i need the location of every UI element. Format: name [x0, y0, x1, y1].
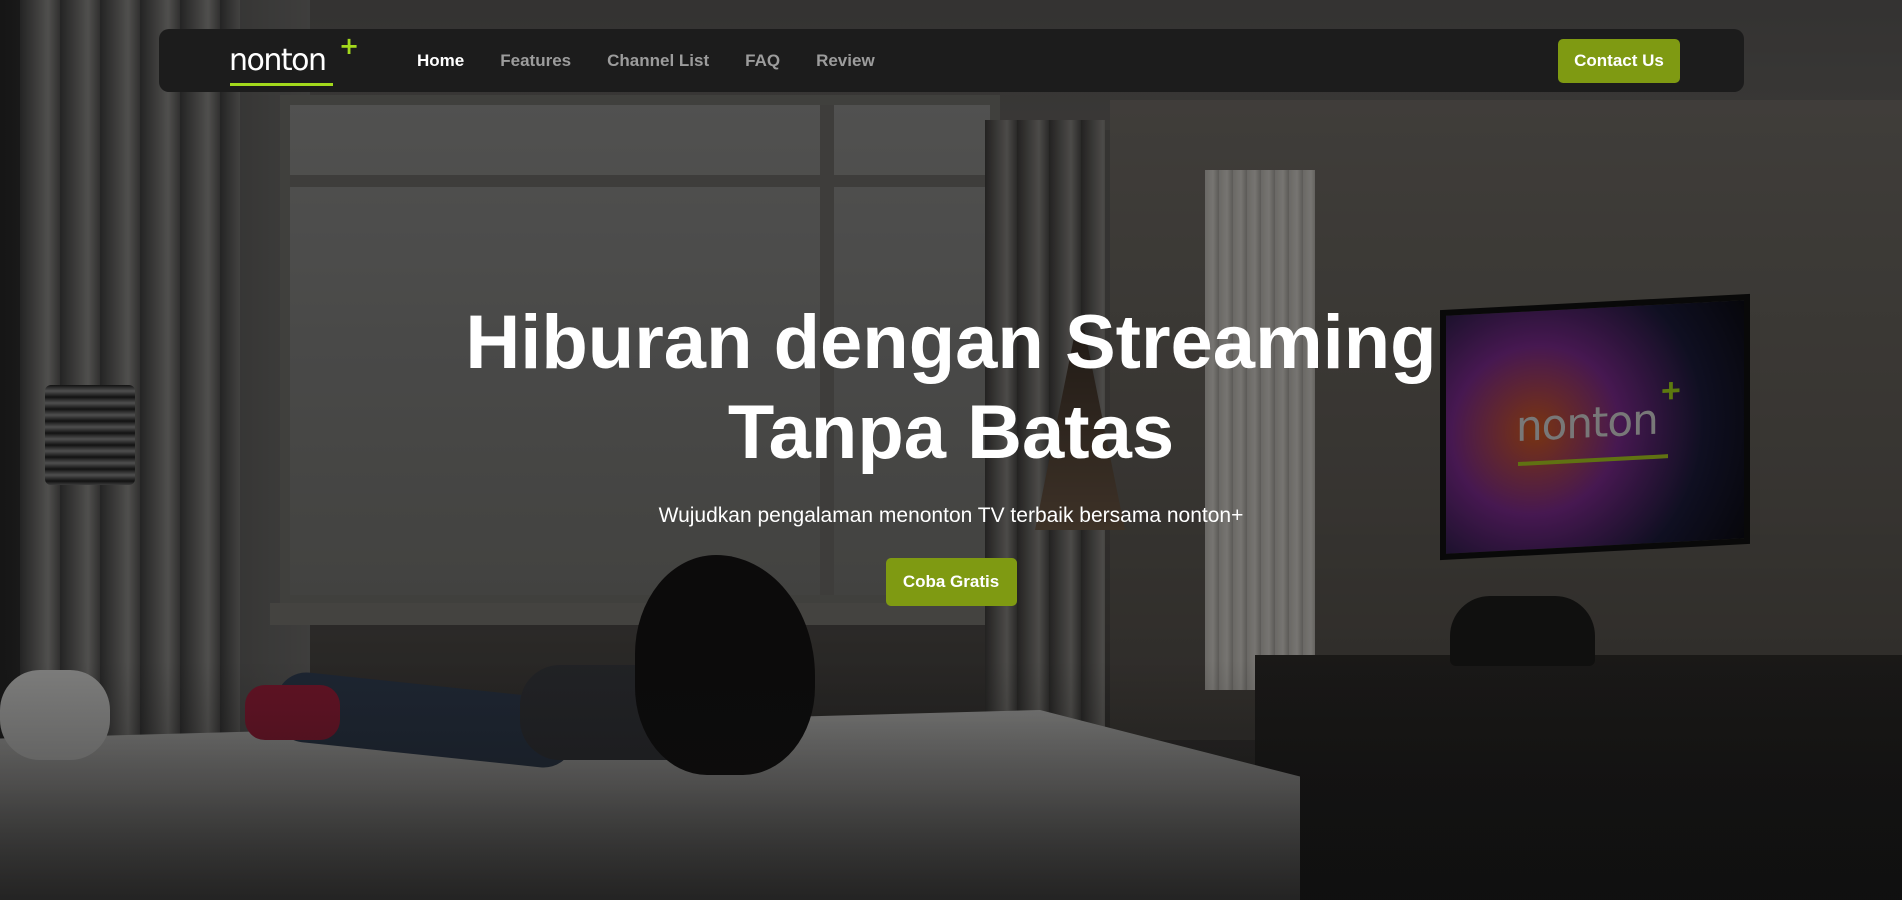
logo-plus-icon: + — [339, 31, 360, 60]
nav-link-home[interactable]: Home — [417, 51, 464, 70]
logo-underline — [230, 82, 333, 86]
nav-link-faq[interactable]: FAQ — [745, 51, 780, 70]
logo-text: nonton — [229, 42, 327, 78]
nav-links: Home Features Channel List FAQ Review — [417, 51, 875, 71]
coba-gratis-button[interactable]: Coba Gratis — [885, 558, 1017, 606]
nonton-logo[interactable]: nonton + — [229, 32, 359, 86]
hero-title: Hiburan dengan Streaming Tanpa Batas — [465, 300, 1437, 475]
hero-section: Hiburan dengan Streaming Tanpa Batas Wuj… — [0, 298, 1902, 606]
nav-link-channel-list[interactable]: Channel List — [607, 51, 709, 70]
contact-us-button[interactable]: Contact Us — [1558, 38, 1680, 83]
nav-link-features[interactable]: Features — [500, 51, 571, 70]
nav-link-review[interactable]: Review — [816, 51, 875, 70]
navbar: nonton + Home Features Channel List FAQ … — [159, 29, 1744, 92]
hero-subtitle: Wujudkan pengalaman menonton TV terbaik … — [658, 504, 1244, 527]
